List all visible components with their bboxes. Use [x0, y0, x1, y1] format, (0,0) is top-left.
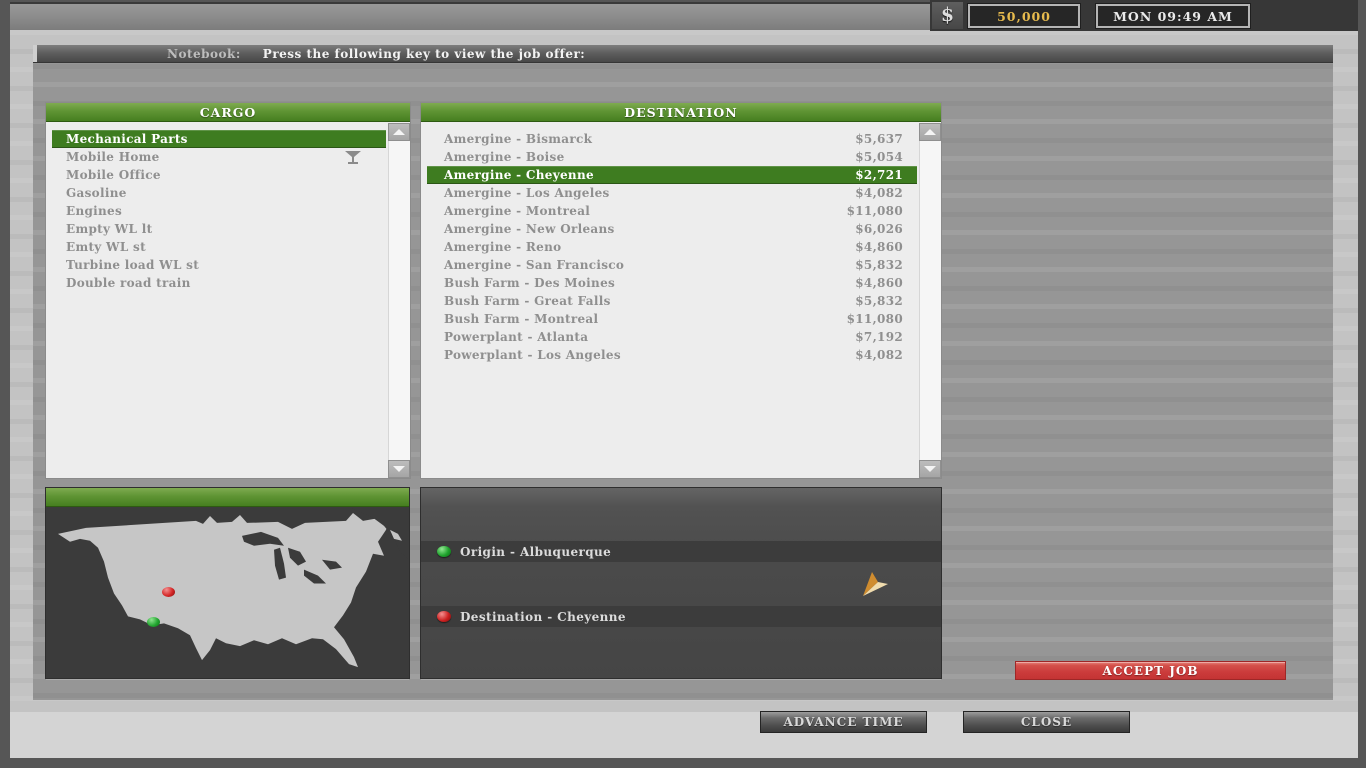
cargo-item-row[interactable]: Turbine load WL st: [52, 256, 386, 274]
destination-item-row[interactable]: Powerplant - Atlanta $7,192: [427, 328, 917, 346]
map-panel-header: [46, 488, 409, 507]
destination-item-price: $5,637: [855, 132, 917, 146]
origin-row: Origin - Albuquerque: [421, 541, 941, 562]
destination-item-price: $4,860: [855, 276, 917, 290]
usa-map-image: [46, 508, 409, 678]
close-button[interactable]: CLOSE: [963, 711, 1130, 733]
scroll-down-icon[interactable]: [919, 460, 941, 478]
destination-item-price: $5,054: [855, 150, 917, 164]
destination-item-row[interactable]: Amergine - San Francisco $5,832: [427, 256, 917, 274]
destination-item-row[interactable]: Amergine - Bismarck $5,637: [427, 130, 917, 148]
money-value: 50,000: [970, 6, 1078, 26]
cargo-panel-title: CARGO: [46, 103, 410, 122]
destination-item-row[interactable]: Amergine - Cheyenne $2,721: [427, 166, 917, 184]
destination-item-label: Bush Farm - Montreal: [427, 312, 598, 326]
dialog-area: Notebook: Press the following key to vie…: [33, 45, 1333, 700]
destination-item-row[interactable]: Amergine - Los Angeles $4,082: [427, 184, 917, 202]
destination-item-label: Powerplant - Los Angeles: [427, 348, 621, 362]
destination-item-label: Powerplant - Atlanta: [427, 330, 588, 344]
destination-item-label: Amergine - Reno: [427, 240, 561, 254]
destination-item-label: Amergine - Cheyenne: [427, 168, 594, 182]
destination-item-price: $4,082: [855, 348, 917, 362]
advance-time-button[interactable]: ADVANCE TIME: [760, 711, 927, 733]
destination-item-row[interactable]: Bush Farm - Great Falls $5,832: [427, 292, 917, 310]
accept-job-button[interactable]: ACCEPT JOB: [1015, 661, 1286, 680]
cargo-item-row[interactable]: Engines: [52, 202, 386, 220]
destination-panel: DESTINATION Amergine - Bismarck$5,637Ame…: [421, 103, 941, 478]
money-display: 50,000: [968, 4, 1080, 28]
destination-item-row[interactable]: Bush Farm - Des Moines $4,860: [427, 274, 917, 292]
destination-item-label: Amergine - Montreal: [427, 204, 590, 218]
scroll-up-icon[interactable]: [388, 123, 410, 141]
job-offer-screen: $ 50,000 MON 09:49 AM Notebook: Press th…: [0, 0, 1366, 768]
destination-item-price: $4,082: [855, 186, 917, 200]
destination-item-row[interactable]: Amergine - Reno $4,860: [427, 238, 917, 256]
map-destination-marker: [162, 587, 175, 597]
cargo-item-label: Gasoline: [52, 186, 127, 200]
destination-scrollbar[interactable]: [919, 123, 941, 478]
cargo-item-label: Mechanical Parts: [52, 132, 188, 146]
destination-item-label: Bush Farm - Great Falls: [427, 294, 611, 308]
datetime-display: MON 09:49 AM: [1096, 4, 1250, 28]
destination-item-label: Amergine - San Francisco: [427, 258, 624, 272]
destination-item-price: $6,026: [855, 222, 917, 236]
datetime-value: MON 09:49 AM: [1098, 6, 1248, 26]
cargo-item-label: Empty WL lt: [52, 222, 152, 236]
destination-list: Amergine - Bismarck $5,637 Amergine - Bois…: [421, 123, 919, 478]
destination-item-label: Bush Farm - Des Moines: [427, 276, 615, 290]
destination-item-row[interactable]: Bush Farm - Montreal $11,080: [427, 310, 917, 328]
cargo-item-label: Mobile Office: [52, 168, 161, 182]
destination-panel-title: DESTINATION: [421, 103, 941, 122]
top-status-bar: [10, 2, 930, 30]
cargo-item-row[interactable]: Double road train: [52, 274, 386, 292]
screen-bottom-edge: [0, 758, 1366, 768]
usa-map: [46, 508, 409, 678]
cargo-item-row[interactable]: Mobile Home: [52, 148, 386, 166]
map-origin-marker: [147, 617, 160, 627]
destination-item-price: $5,832: [855, 294, 917, 308]
cargo-item-row[interactable]: Mobile Office: [52, 166, 386, 184]
origin-label: Origin - Albuquerque: [460, 545, 611, 559]
destination-item-price: $4,860: [855, 240, 917, 254]
destination-item-label: Amergine - New Orleans: [427, 222, 615, 236]
notebook-bar: Notebook: Press the following key to vie…: [33, 45, 1333, 63]
mouse-cursor: [861, 571, 888, 601]
destination-item-price: $2,721: [855, 168, 917, 182]
destination-item-label: Amergine - Boise: [427, 150, 565, 164]
destination-item-label: Amergine - Los Angeles: [427, 186, 610, 200]
destination-led-icon: [437, 611, 451, 622]
notebook-label: Notebook:: [167, 47, 241, 61]
bottom-bar: [10, 712, 1358, 758]
cargo-item-label: Turbine load WL st: [52, 258, 199, 272]
destination-item-price: $11,080: [847, 312, 917, 326]
destination-label: Destination - Cheyenne: [460, 610, 626, 624]
cargo-item-label: Mobile Home: [52, 150, 160, 164]
cargo-item-row[interactable]: Gasoline: [52, 184, 386, 202]
cargo-item-label: Engines: [52, 204, 122, 218]
origin-led-icon: [437, 546, 451, 557]
cargo-item-label: Emty WL st: [52, 240, 146, 254]
destination-item-row[interactable]: Amergine - Montreal $11,080: [427, 202, 917, 220]
destination-item-row[interactable]: Amergine - New Orleans $6,026: [427, 220, 917, 238]
destination-item-price: $5,832: [855, 258, 917, 272]
cargo-scrollbar[interactable]: [388, 123, 410, 478]
cargo-item-label: Double road train: [52, 276, 191, 290]
notebook-message: Press the following key to view the job …: [263, 47, 585, 61]
dollar-icon: $: [932, 2, 963, 29]
cargo-item-row[interactable]: Empty WL lt: [52, 220, 386, 238]
destination-row: Destination - Cheyenne: [421, 606, 941, 627]
map-panel: [46, 488, 409, 678]
destination-item-row[interactable]: Amergine - Boise $5,054: [427, 148, 917, 166]
cargo-item-row[interactable]: Mechanical Parts: [52, 130, 386, 148]
destination-item-price: $11,080: [847, 204, 917, 218]
destination-item-row[interactable]: Powerplant - Los Angeles $4,082: [427, 346, 917, 364]
destination-item-price: $7,192: [855, 330, 917, 344]
cargo-panel: CARGO Mechanical Parts Mobile Home Mobile …: [46, 103, 410, 478]
cargo-list: Mechanical Parts Mobile Home Mobile Office…: [46, 123, 388, 478]
scroll-up-icon[interactable]: [919, 123, 941, 141]
destination-item-label: Amergine - Bismarck: [427, 132, 592, 146]
scroll-down-icon[interactable]: [388, 460, 410, 478]
cargo-item-row[interactable]: Emty WL st: [52, 238, 386, 256]
